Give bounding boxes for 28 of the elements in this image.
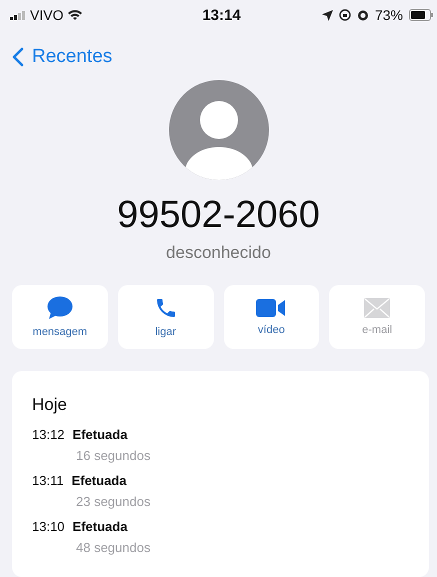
avatar-icon xyxy=(168,80,268,180)
location-icon xyxy=(322,10,333,20)
battery-icon xyxy=(409,9,433,21)
message-button[interactable]: mensagem xyxy=(12,285,108,349)
phone-number: 99502-2060 xyxy=(117,194,320,237)
video-camera-icon xyxy=(256,298,286,318)
carrier-name: VIVO xyxy=(30,7,64,23)
envelope-icon xyxy=(364,298,390,318)
signal-icon xyxy=(10,10,26,20)
call-type: Efetuada xyxy=(72,519,128,534)
call-duration: 48 segundos xyxy=(76,540,150,555)
call-button[interactable]: ligar xyxy=(118,285,214,349)
speech-bubble-icon xyxy=(46,296,73,320)
wifi-icon xyxy=(67,9,84,21)
call-duration: 16 segundos xyxy=(76,448,150,463)
call-time: 13:10 xyxy=(32,519,65,534)
call-duration: 23 segundos xyxy=(76,494,150,509)
contact-label: desconhecido xyxy=(166,243,271,263)
call-time: 13:12 xyxy=(32,427,65,442)
section-heading: Hoje xyxy=(32,395,68,415)
call-type: Efetuada xyxy=(72,473,126,488)
call-time: 13:11 xyxy=(32,473,64,488)
back-button[interactable]: Recentes xyxy=(12,46,112,68)
video-button[interactable]: vídeo xyxy=(224,285,320,349)
clock-time: 13:14 xyxy=(202,6,241,24)
chevron-left-icon xyxy=(12,47,24,67)
call-type: Efetuada xyxy=(72,427,128,442)
battery-percent: 73% xyxy=(374,7,403,23)
